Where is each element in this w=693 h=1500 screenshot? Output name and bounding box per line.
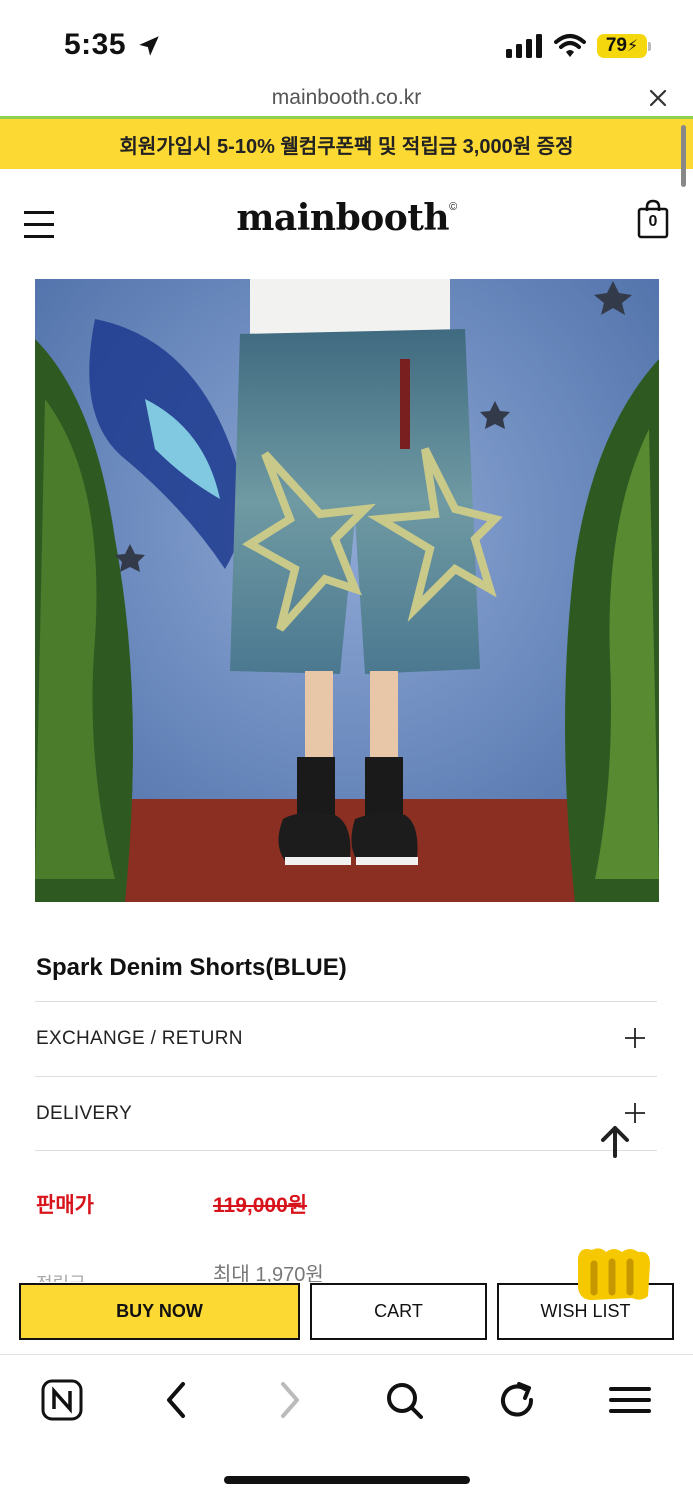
menu-icon[interactable] bbox=[607, 1377, 653, 1423]
cellular-signal-icon bbox=[506, 34, 542, 58]
url-text[interactable]: mainbooth.co.kr bbox=[0, 86, 693, 110]
battery-level: 79 bbox=[605, 35, 627, 56]
charging-bolt-icon: ⚡ bbox=[626, 38, 639, 55]
close-icon[interactable] bbox=[648, 88, 668, 108]
location-arrow-icon bbox=[139, 36, 159, 56]
battery-icon: 79 ⚡ bbox=[597, 34, 647, 58]
divider bbox=[35, 1150, 657, 1151]
product-photo-illustration bbox=[35, 279, 659, 902]
cart-button[interactable]: CART bbox=[310, 1283, 487, 1340]
url-bar[interactable]: mainbooth.co.kr bbox=[0, 80, 693, 118]
promo-banner[interactable]: 회원가입시 5-10% 웰컴쿠폰팩 및 적립금 3,000원 증정 bbox=[0, 119, 693, 169]
product-title: Spark Denim Shorts(BLUE) bbox=[36, 954, 347, 981]
back-icon[interactable] bbox=[153, 1377, 199, 1423]
price-value: 119,000원 bbox=[213, 1194, 308, 1217]
logo-text: mainbooth bbox=[236, 197, 450, 239]
cart-bag-button[interactable]: 0 bbox=[637, 199, 669, 239]
accordion-exchange-return[interactable]: EXCHANGE / RETURN bbox=[35, 1002, 657, 1076]
plus-icon[interactable] bbox=[625, 1028, 645, 1048]
buy-now-button[interactable]: BUY NOW bbox=[19, 1283, 300, 1340]
search-icon[interactable] bbox=[381, 1377, 427, 1423]
product-photo[interactable] bbox=[35, 279, 659, 902]
chat-widget-icon[interactable] bbox=[572, 1244, 656, 1304]
accordion-delivery[interactable]: DELIVERY bbox=[35, 1077, 657, 1151]
scroll-top-arrow-icon[interactable] bbox=[600, 1124, 630, 1158]
battery-cap bbox=[648, 42, 651, 51]
logo-mark: © bbox=[449, 201, 457, 213]
wifi-icon bbox=[554, 34, 586, 57]
accordion-label: DELIVERY bbox=[36, 1103, 133, 1124]
accordion-label: EXCHANGE / RETURN bbox=[36, 1028, 243, 1049]
site-logo[interactable]: mainbooth© bbox=[0, 197, 693, 239]
price-label: 판매가 bbox=[36, 1194, 94, 1217]
home-indicator[interactable] bbox=[224, 1476, 470, 1484]
plus-icon[interactable] bbox=[625, 1103, 645, 1123]
forward-icon bbox=[267, 1377, 313, 1423]
site-header: mainbooth© 0 bbox=[0, 169, 693, 277]
status-time: 5:35 bbox=[64, 28, 127, 61]
reload-icon[interactable] bbox=[494, 1377, 540, 1423]
status-bar: 5:35 79 ⚡ bbox=[0, 0, 693, 80]
cart-count: 0 bbox=[648, 213, 658, 230]
naver-home-icon[interactable] bbox=[39, 1377, 85, 1423]
